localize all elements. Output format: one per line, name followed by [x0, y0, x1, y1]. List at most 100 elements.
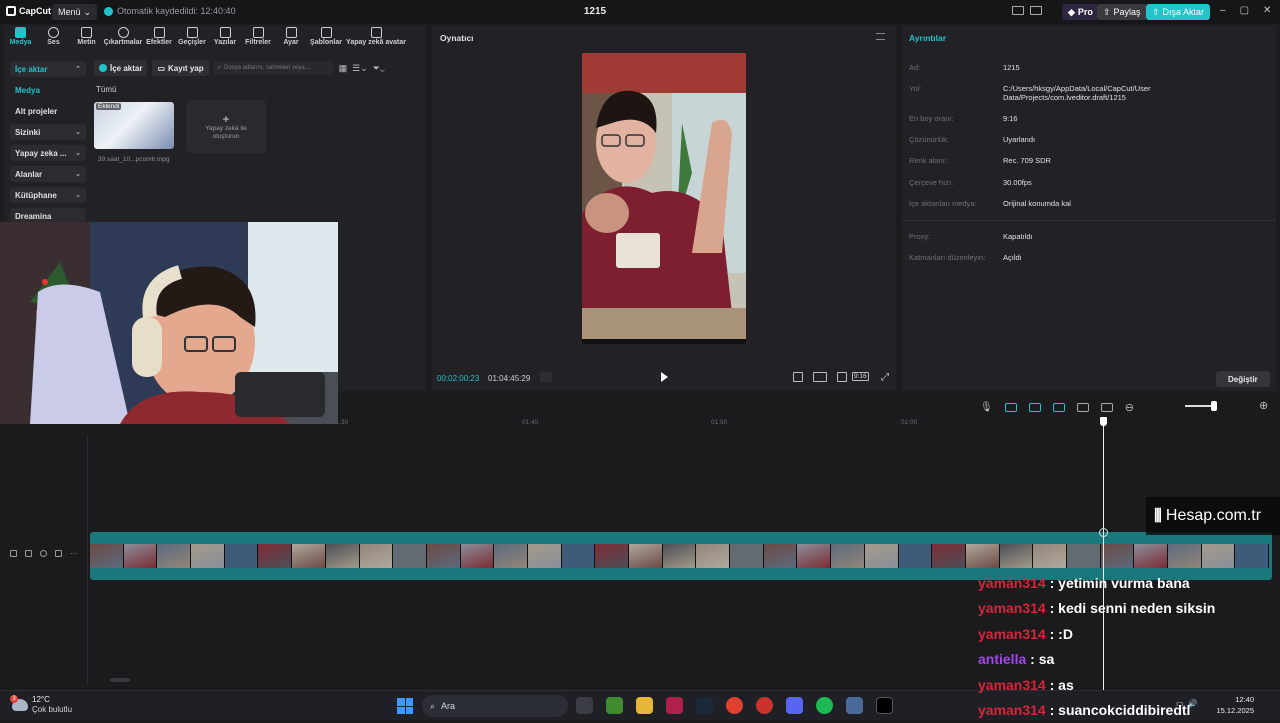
eye-icon[interactable] [40, 550, 47, 557]
hesap-watermark: ⦀ Hesap.com.tr [1146, 497, 1280, 535]
ai-create-button[interactable]: + Yapay zekâ ile oluşturun [186, 100, 266, 153]
detail-value: Rec. 709 SDR [1003, 156, 1051, 165]
pro-button[interactable]: ◆ Pro [1062, 4, 1099, 20]
chat-text: sa [1038, 651, 1055, 668]
playhead-marker[interactable] [1099, 528, 1108, 537]
microphone-icon[interactable]: 🎙 [980, 402, 993, 413]
sort-icon[interactable]: ☰⌄ [352, 63, 368, 74]
record-button[interactable]: ▭ Kayıt yap [152, 60, 209, 76]
maximize-icon[interactable]: ▢ [1240, 5, 1249, 16]
aspect-ratio-button[interactable]: 9:16 [852, 372, 869, 381]
filmstrip-frame [527, 544, 562, 568]
caption-toggle-icon[interactable] [1100, 403, 1113, 412]
steam-icon[interactable] [696, 697, 713, 714]
minimize-icon[interactable]: – [1220, 5, 1226, 16]
tab-audio[interactable]: Ses [37, 25, 70, 55]
track-controls: ··· [10, 550, 78, 558]
sidebar-item-library[interactable]: Kütüphane ⌄ [10, 187, 86, 203]
playhead-handle[interactable] [1100, 417, 1107, 426]
close-icon[interactable]: ✕ [1263, 5, 1271, 16]
minecraft-icon[interactable] [606, 697, 623, 714]
change-button[interactable]: Değiştir [1216, 371, 1270, 387]
weather-condition: Çok bulutlu [32, 705, 73, 714]
filmstrip-frame [1134, 544, 1168, 568]
chevron-down-icon: ⌄ [75, 129, 81, 136]
sidebar-item-subprojects[interactable]: Alt projeler [10, 103, 86, 119]
filmstrip-frame [662, 544, 697, 568]
menu-label: Menü [58, 7, 81, 17]
filter-all-label[interactable]: Tümü [96, 85, 116, 94]
link-icon[interactable] [1004, 403, 1017, 412]
zoom-out-icon[interactable]: ⊖ [1125, 401, 1134, 414]
tab-ai-avatar[interactable]: Yapay zekâ avatar [345, 25, 407, 55]
export-button[interactable]: ⇧ Dışa Aktar [1146, 4, 1211, 20]
adjust-icon [285, 27, 297, 38]
layout-icon[interactable] [1012, 6, 1024, 15]
windows-start-icon[interactable] [397, 698, 413, 714]
timeline-toggle-icon[interactable] [540, 372, 552, 382]
tab-templates[interactable]: Şablonlar [307, 25, 345, 55]
quality-icon[interactable] [813, 372, 827, 382]
discord-icon[interactable] [786, 697, 803, 714]
speaker-icon[interactable] [55, 550, 62, 557]
chrome-icon[interactable] [726, 697, 743, 714]
preview-axis-icon[interactable] [1076, 403, 1089, 412]
detail-key: En boy oranı: [909, 114, 954, 123]
menu-button[interactable]: Menü ⌄ [52, 4, 98, 20]
capcut-taskbar-icon[interactable] [876, 697, 893, 714]
magnet-icon[interactable] [1028, 403, 1041, 412]
more-icon[interactable]: ··· [70, 550, 78, 558]
video-preview[interactable] [582, 53, 746, 344]
media-clip-thumbnail[interactable]: Eklendi [94, 102, 174, 149]
effects-icon [153, 27, 165, 38]
hamburger-menu-icon[interactable] [876, 33, 885, 40]
weather-widget[interactable]: 3 12°C Çok bulutlu [10, 695, 73, 715]
timeline-scrollbar[interactable] [110, 678, 130, 682]
tab-filters[interactable]: Filtreler [241, 25, 275, 55]
tab-stickers[interactable]: Çıkartmalar [103, 25, 143, 55]
tab-effects[interactable]: Efektler [143, 25, 175, 55]
tab-text[interactable]: Metin [70, 25, 103, 55]
fullscreen-icon[interactable]: ⤢ [881, 372, 889, 383]
sidebar-item-ai[interactable]: Yapay zeka ... ⌄ [10, 145, 86, 161]
app-icon[interactable] [666, 697, 683, 714]
filmstrip-frame [460, 544, 495, 568]
sidebar-item-media[interactable]: Medya [10, 82, 86, 98]
media-search-input[interactable]: ⌕ Dosya adlarını, sahneleri veya... [213, 61, 334, 75]
tab-transitions[interactable]: Geçişler [175, 25, 209, 55]
import-button[interactable]: İçe aktar [94, 60, 148, 76]
sidebar-item-import[interactable]: İçe aktar ⌃ [10, 61, 86, 77]
detail-row-resolution: Çözünürlük: Uyarlandı [909, 135, 1269, 144]
file-explorer-icon[interactable] [636, 697, 653, 714]
crop-icon[interactable] [793, 372, 803, 382]
task-view-icon[interactable] [576, 697, 593, 714]
sidebar-item-yours[interactable]: Sizinki ⌄ [10, 124, 86, 140]
screenshot-icon[interactable] [837, 372, 847, 382]
shortcuts-icon[interactable] [1030, 6, 1042, 15]
tab-adjust[interactable]: Ayar [275, 25, 307, 55]
detail-row-aspect: En boy oranı: 9:16 [909, 114, 1269, 123]
snap-icon[interactable] [1052, 403, 1065, 412]
share-button[interactable]: ⇪ Paylaş [1097, 4, 1147, 20]
camera-icon: ▭ [157, 63, 166, 73]
search-label: Ara [441, 701, 456, 711]
detail-value: Uyarlandı [1003, 135, 1036, 144]
tab-captions[interactable]: Yazılar [209, 25, 241, 55]
sidebar-item-spaces[interactable]: Alanlar ⌄ [10, 166, 86, 182]
cover-icon[interactable] [10, 550, 17, 557]
recording-app-icon[interactable] [756, 697, 773, 714]
filter-icon[interactable]: ⏷⌄ [373, 63, 385, 74]
play-icon[interactable] [661, 372, 668, 382]
chat-message: yaman314 : yetimin vurma bana [978, 575, 1190, 591]
app-icon[interactable] [846, 697, 863, 714]
lock-icon[interactable] [25, 550, 32, 557]
zoom-slider-handle[interactable] [1211, 401, 1217, 411]
filmstrip-frame [965, 544, 1000, 568]
spotify-icon[interactable] [816, 697, 833, 714]
tab-media[interactable]: Medya [4, 25, 37, 55]
zoom-in-icon[interactable]: ⊕ [1259, 399, 1268, 412]
nav-label: Alanlar [15, 169, 43, 179]
grid-view-icon[interactable]: ▦ [339, 63, 348, 74]
tab-label: Yazılar [213, 39, 237, 46]
taskbar-search[interactable]: ⌕ Ara [422, 695, 568, 717]
